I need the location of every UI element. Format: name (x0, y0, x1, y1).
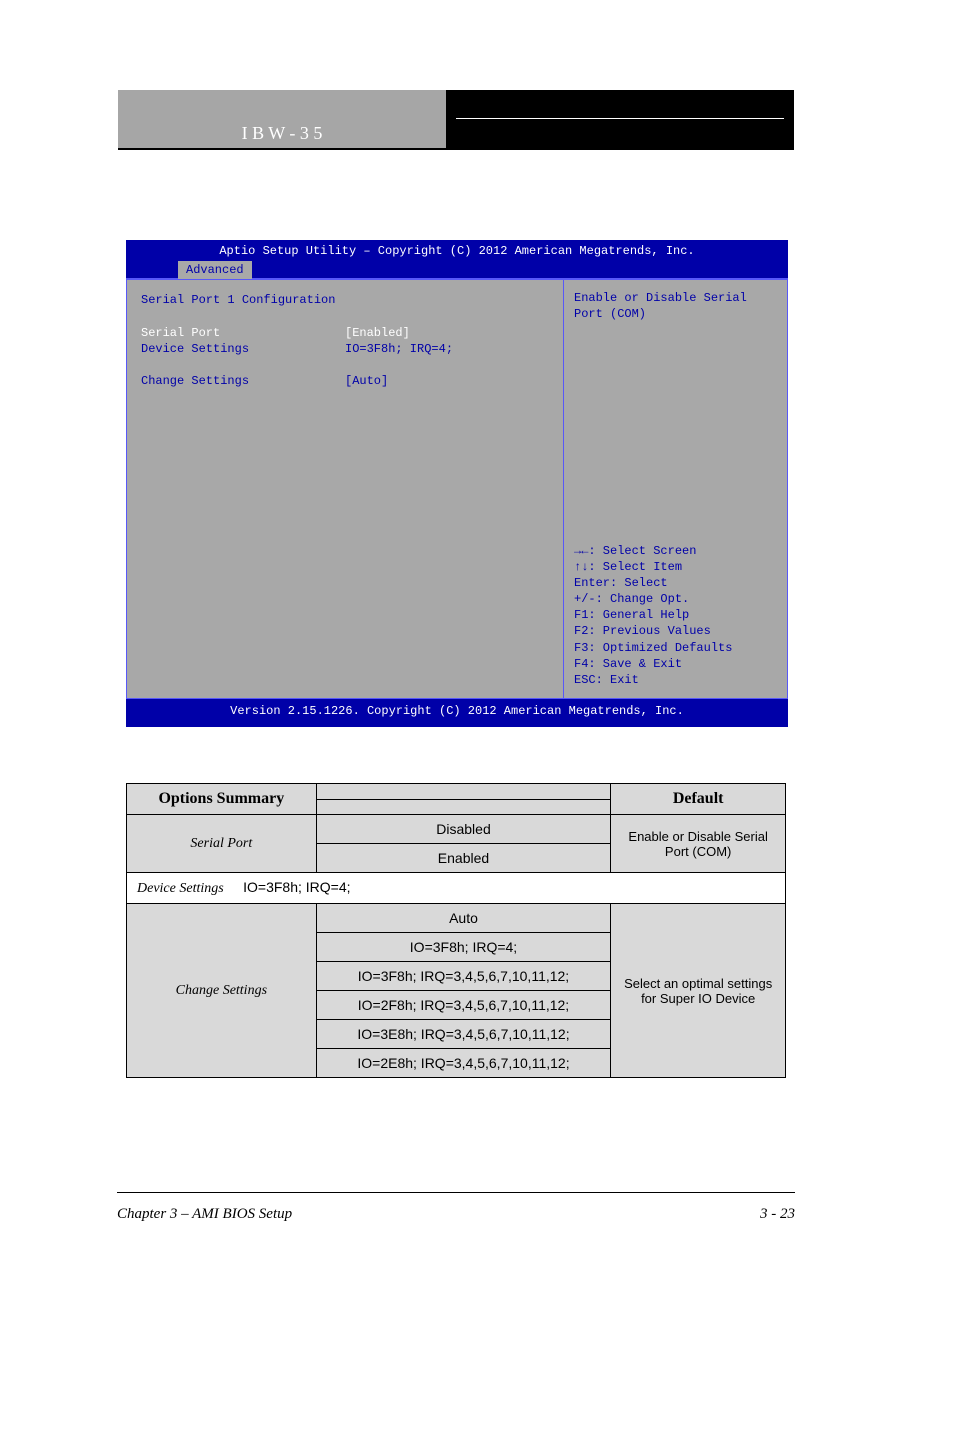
key-line: +/-: Change Opt. (574, 591, 777, 607)
cell-serial-port-label: Serial Port (127, 815, 317, 873)
th-default: Default (611, 784, 786, 815)
cell-opt: IO=2E8h; IRQ=3,4,5,6,7,10,11,12; (316, 1049, 611, 1078)
value-device-settings: IO=3F8h; IRQ=4; (345, 341, 549, 357)
cell-opt: Auto (316, 904, 611, 933)
cell-device-settings: Device Settings IO=3F8h; IRQ=4; (127, 873, 786, 904)
key-line: ESC: Exit (574, 672, 777, 688)
cell-opt: IO=3E8h; IRQ=3,4,5,6,7,10,11,12; (316, 1020, 611, 1049)
row-change-settings-opt: Change Settings Auto Select an optimal s… (127, 904, 786, 933)
tab-advanced[interactable]: Advanced (178, 261, 252, 279)
th-blank2 (316, 799, 611, 815)
label-change-settings: Change Settings (141, 373, 345, 389)
row-serial-port[interactable]: Serial Port [Enabled] (141, 325, 549, 341)
bios-footer: Version 2.15.1226. Copyright (C) 2012 Am… (126, 699, 788, 727)
bios-screenshot: Aptio Setup Utility – Copyright (C) 2012… (126, 240, 788, 727)
options-summary-table: Options Summary Default Serial Port Disa… (126, 783, 786, 1078)
value-serial-port: [Enabled] (345, 325, 549, 341)
key-line: ↑↓: Select Item (574, 559, 777, 575)
row-serial-port-opt: Serial Port Disabled Enable or Disable S… (127, 815, 786, 844)
key-line: Enter: Select (574, 575, 777, 591)
model-code: I B W - 3 5 (242, 123, 323, 144)
key-line: F1: General Help (574, 607, 777, 623)
bios-title: Aptio Setup Utility – Copyright (C) 2012… (126, 240, 788, 261)
bios-body: Serial Port 1 Configuration Serial Port … (126, 278, 788, 699)
bios-key-legend: →←: Select Screen ↑↓: Select Item Enter:… (574, 543, 777, 689)
page-footer: Chapter 3 – AMI BIOS Setup 3 - 23 (117, 1206, 795, 1223)
divider (456, 118, 784, 119)
key-line: F3: Optimized Defaults (574, 640, 777, 656)
cell-serial-port-desc: Enable or Disable Serial Port (COM) (611, 815, 786, 873)
label-serial-port: Serial Port (141, 325, 345, 341)
cell-opt: IO=3F8h; IRQ=4; (316, 933, 611, 962)
table-header-row: Options Summary Default (127, 784, 786, 800)
value-change-settings: [Auto] (345, 373, 549, 389)
page-header: I B W - 3 5 (118, 90, 794, 150)
cell-opt: IO=3F8h; IRQ=3,4,5,6,7,10,11,12; (316, 962, 611, 991)
key-line: F4: Save & Exit (574, 656, 777, 672)
header-left: I B W - 3 5 (118, 90, 446, 150)
footer-divider (117, 1192, 795, 1193)
device-settings-label: Device Settings (137, 881, 224, 896)
cell-change-settings-desc: Select an optimal settings for Super IO … (611, 904, 786, 1078)
device-settings-value: IO=3F8h; IRQ=4; (243, 879, 350, 895)
row-device-settings: Device Settings IO=3F8h; IRQ=4; (127, 873, 786, 904)
header-right (446, 90, 794, 150)
cell-change-settings-label: Change Settings (127, 904, 317, 1078)
footer-chapter: Chapter 3 – AMI BIOS Setup (117, 1206, 292, 1223)
cell-opt: IO=2F8h; IRQ=3,4,5,6,7,10,11,12; (316, 991, 611, 1020)
th-options-summary: Options Summary (127, 784, 317, 815)
section-heading: Serial Port 1 Configuration (141, 292, 549, 308)
row-device-settings: Device Settings IO=3F8h; IRQ=4; (141, 341, 549, 357)
th-blank (316, 784, 611, 800)
key-line: F2: Previous Values (574, 623, 777, 639)
label-device-settings: Device Settings (141, 341, 345, 357)
bios-help-text: Enable or Disable Serial Port (COM) (574, 290, 777, 480)
bios-tab-bar: Advanced (126, 261, 788, 278)
row-change-settings[interactable]: Change Settings [Auto] (141, 373, 549, 389)
cell-opt: Disabled (316, 815, 611, 844)
bios-main-panel: Serial Port 1 Configuration Serial Port … (126, 279, 563, 699)
bios-help-panel: Enable or Disable Serial Port (COM) →←: … (563, 279, 788, 699)
cell-opt: Enabled (316, 844, 611, 873)
key-line: →←: Select Screen (574, 543, 777, 559)
footer-page: 3 - 23 (760, 1206, 795, 1223)
